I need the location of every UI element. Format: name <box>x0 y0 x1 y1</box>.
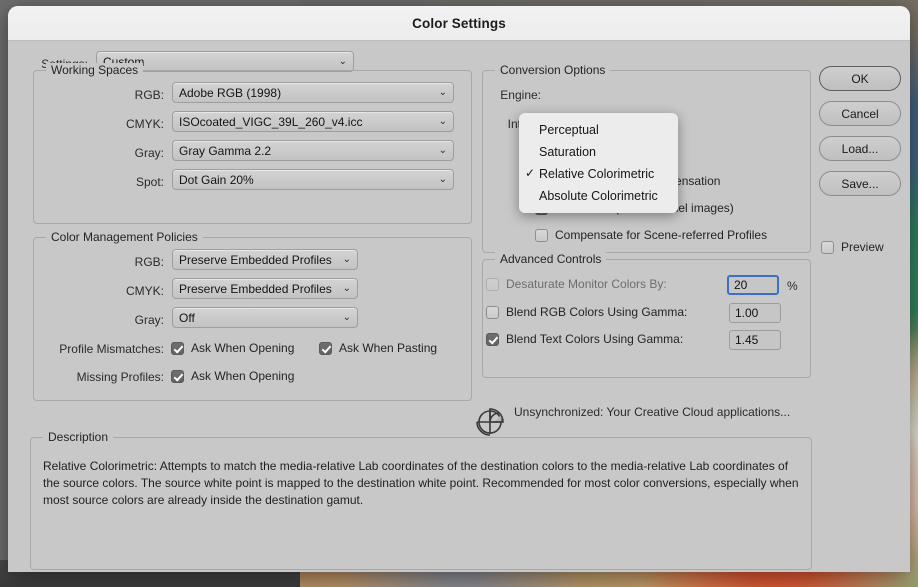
profile-mismatch-ask-opening-checkbox[interactable]: Ask When Opening <box>171 341 294 355</box>
chevron-down-icon: ⌄ <box>439 175 447 185</box>
checkbox-indicator <box>486 333 499 346</box>
color-management-policies-group: Color Management Policies RGB: Preserve … <box>33 237 472 401</box>
desaturate-monitor-colors-input[interactable]: 20 <box>727 275 779 295</box>
blend-text-gamma-value: 1.45 <box>735 333 758 347</box>
creative-cloud-sync-icon <box>472 403 508 439</box>
color-settings-dialog: Color Settings Settings: Custom ⌄ Workin… <box>8 6 910 572</box>
dialog-body: Settings: Custom ⌄ Working Spaces RGB: A… <box>8 41 910 572</box>
checkbox-indicator <box>821 241 834 254</box>
policy-cmyk-value: Preserve Embedded Profiles <box>179 282 337 296</box>
engine-label: Engine: <box>481 88 541 102</box>
policy-cmyk-label: CMYK: <box>54 284 164 298</box>
desaturate-unit-label: % <box>787 279 798 293</box>
conversion-options-legend: Conversion Options <box>495 63 610 77</box>
working-rgb-combo[interactable]: Adobe RGB (1998) ⌄ <box>172 82 454 103</box>
chevron-down-icon: ⌄ <box>343 313 351 323</box>
working-spaces-group: Working Spaces RGB: Adobe RGB (1998) ⌄ C… <box>33 70 472 224</box>
working-gray-label: Gray: <box>54 146 164 160</box>
missing-profiles-ask-opening-checkbox[interactable]: Ask When Opening <box>171 369 294 383</box>
description-text: Relative Colorimetric: Attempts to match… <box>43 458 799 509</box>
working-rgb-label: RGB: <box>54 88 164 102</box>
save-button-label: Save... <box>841 177 878 191</box>
policy-gray-value: Off <box>179 311 337 325</box>
policy-rgb-label: RGB: <box>54 255 164 269</box>
working-gray-value: Gray Gamma 2.2 <box>179 144 433 158</box>
blend-rgb-colors-label: Blend RGB Colors Using Gamma: <box>506 305 687 319</box>
working-spaces-legend: Working Spaces <box>46 63 143 77</box>
blend-rgb-gamma-value: 1.00 <box>735 306 758 320</box>
menu-item-absolute-colorimetric[interactable]: Absolute Colorimetric <box>519 185 678 207</box>
menu-item-saturation-label: Saturation <box>539 145 596 159</box>
policy-gray-label: Gray: <box>54 313 164 327</box>
checkbox-indicator <box>171 342 184 355</box>
load-button-label: Load... <box>842 142 879 156</box>
chevron-down-icon: ⌄ <box>439 117 447 127</box>
missing-profiles-label: Missing Profiles: <box>34 370 164 384</box>
working-spot-value: Dot Gain 20% <box>179 173 433 187</box>
working-rgb-value: Adobe RGB (1998) <box>179 86 433 100</box>
profile-mismatch-ask-pasting-label: Ask When Pasting <box>339 341 437 355</box>
working-cmyk-combo[interactable]: ISOcoated_VIGC_39L_260_v4.icc ⌄ <box>172 111 454 132</box>
working-spot-label: Spot: <box>54 175 164 189</box>
policies-legend: Color Management Policies <box>46 230 203 244</box>
chevron-down-icon: ⌄ <box>439 88 447 98</box>
profile-mismatches-label: Profile Mismatches: <box>34 342 164 356</box>
menu-item-relative-colorimetric-label: Relative Colorimetric <box>539 167 654 181</box>
blend-rgb-colors-checkbox[interactable]: Blend RGB Colors Using Gamma: <box>486 305 687 319</box>
working-cmyk-value: ISOcoated_VIGC_39L_260_v4.icc <box>179 115 433 129</box>
checkbox-indicator <box>486 306 499 319</box>
dialog-titlebar: Color Settings <box>8 6 910 41</box>
description-legend: Description <box>43 430 113 444</box>
preview-checkbox[interactable]: Preview <box>821 240 884 254</box>
chevron-down-icon: ⌄ <box>343 255 351 265</box>
policy-rgb-combo[interactable]: Preserve Embedded Profiles ⌄ <box>172 249 358 270</box>
cancel-button-label: Cancel <box>841 107 878 121</box>
dialog-title: Color Settings <box>412 16 506 31</box>
menu-item-relative-colorimetric[interactable]: ✓ Relative Colorimetric <box>519 163 678 185</box>
policy-rgb-value: Preserve Embedded Profiles <box>179 253 337 267</box>
profile-mismatch-ask-pasting-checkbox[interactable]: Ask When Pasting <box>319 341 437 355</box>
blend-text-gamma-input[interactable]: 1.45 <box>729 330 781 350</box>
chevron-down-icon: ⌄ <box>339 57 347 67</box>
advanced-controls-legend: Advanced Controls <box>495 252 606 266</box>
compensate-scene-referred-label: Compensate for Scene-referred Profiles <box>555 228 767 242</box>
compensate-scene-referred-checkbox[interactable]: Compensate for Scene-referred Profiles <box>535 228 767 242</box>
checkbox-indicator <box>535 229 548 242</box>
working-gray-combo[interactable]: Gray Gamma 2.2 ⌄ <box>172 140 454 161</box>
cancel-button[interactable]: Cancel <box>819 101 901 126</box>
checkmark-icon: ✓ <box>525 166 535 180</box>
intent-popup-menu[interactable]: Perceptual Saturation ✓ Relative Colorim… <box>519 113 678 213</box>
menu-item-absolute-colorimetric-label: Absolute Colorimetric <box>539 189 658 203</box>
working-spot-combo[interactable]: Dot Gain 20% ⌄ <box>172 169 454 190</box>
ok-button[interactable]: OK <box>819 66 901 91</box>
sync-status-text: Unsynchronized: Your Creative Cloud appl… <box>514 405 790 419</box>
desaturate-monitor-colors-checkbox[interactable]: Desaturate Monitor Colors By: <box>486 277 667 291</box>
blend-text-colors-label: Blend Text Colors Using Gamma: <box>506 332 683 346</box>
load-button[interactable]: Load... <box>819 136 901 161</box>
desaturate-monitor-colors-label: Desaturate Monitor Colors By: <box>506 277 667 291</box>
checkbox-indicator <box>486 278 499 291</box>
save-button[interactable]: Save... <box>819 171 901 196</box>
missing-profiles-ask-opening-label: Ask When Opening <box>191 369 294 383</box>
desaturate-value: 20 <box>734 278 747 292</box>
preview-label: Preview <box>841 240 884 254</box>
chevron-down-icon: ⌄ <box>343 284 351 294</box>
advanced-controls-group: Advanced Controls Desaturate Monitor Col… <box>482 259 811 378</box>
checkbox-indicator <box>171 370 184 383</box>
chevron-down-icon: ⌄ <box>439 146 447 156</box>
description-group: Description Relative Colorimetric: Attem… <box>30 437 812 570</box>
menu-item-perceptual-label: Perceptual <box>539 123 599 137</box>
menu-item-saturation[interactable]: Saturation <box>519 141 678 163</box>
blend-rgb-gamma-input[interactable]: 1.00 <box>729 303 781 323</box>
checkbox-indicator <box>319 342 332 355</box>
ok-button-label: OK <box>851 72 868 86</box>
working-cmyk-label: CMYK: <box>54 117 164 131</box>
profile-mismatch-ask-opening-label: Ask When Opening <box>191 341 294 355</box>
policy-cmyk-combo[interactable]: Preserve Embedded Profiles ⌄ <box>172 278 358 299</box>
menu-item-perceptual[interactable]: Perceptual <box>519 119 678 141</box>
policy-gray-combo[interactable]: Off ⌄ <box>172 307 358 328</box>
blend-text-colors-checkbox[interactable]: Blend Text Colors Using Gamma: <box>486 332 683 346</box>
